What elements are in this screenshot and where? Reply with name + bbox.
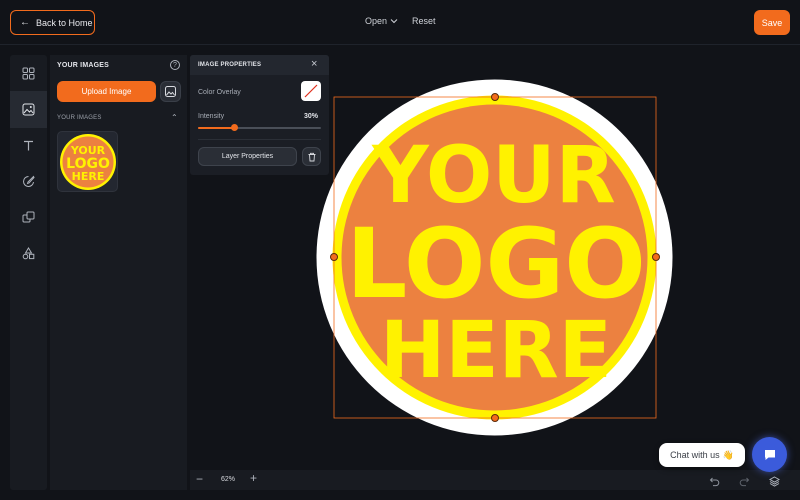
zoom-out-button[interactable]: − (196, 472, 203, 486)
tool-rail (10, 55, 47, 490)
save-button[interactable]: Save (754, 10, 790, 35)
image-properties-panel: IMAGE PROPERTIES × Color Overlay Intensi… (190, 55, 329, 175)
redo-button[interactable] (739, 474, 750, 492)
resize-handle-left[interactable] (330, 253, 338, 261)
intensity-label: Intensity (198, 113, 225, 120)
chevron-down-icon (390, 19, 398, 24)
reset-button[interactable]: Reset (412, 16, 436, 26)
divider (198, 139, 321, 140)
rail-item-images[interactable] (10, 91, 47, 128)
your-images-section-label: YOUR IMAGES (57, 115, 102, 121)
back-to-home-button[interactable]: ← Back to Home (10, 10, 95, 35)
top-bar: ← Back to Home Open Reset Save (0, 0, 800, 45)
rail-item-templates[interactable] (10, 55, 47, 92)
your-images-panel: YOUR IMAGES ? Upload Image YOUR IMAGES ⌃… (50, 55, 187, 490)
panel-title: YOUR IMAGES (57, 62, 109, 69)
chat-edit-icon (22, 211, 35, 223)
arrow-left-icon: ← (20, 17, 30, 28)
image-library-button[interactable] (160, 81, 181, 102)
file-actions: Open Reset (365, 16, 436, 26)
shapes-icon (22, 247, 35, 260)
chat-bubble-icon (764, 449, 775, 460)
properties-header: IMAGE PROPERTIES × (190, 55, 329, 75)
chat-launcher-button[interactable] (752, 437, 787, 472)
layers-button[interactable] (768, 474, 781, 492)
wave-emoji: 👋 (722, 449, 734, 460)
open-label: Open (365, 16, 388, 26)
image-icon (22, 103, 35, 116)
layer-properties-button[interactable]: Layer Properties (198, 147, 297, 166)
trash-icon (308, 152, 315, 161)
properties-title: IMAGE PROPERTIES (198, 62, 262, 68)
intensity-slider-handle[interactable] (231, 124, 239, 131)
resize-handle-bottom[interactable] (491, 414, 499, 422)
resize-handle-right[interactable] (652, 253, 660, 261)
color-overlay-label: Color Overlay (198, 89, 241, 96)
rail-item-draw[interactable] (10, 163, 47, 200)
help-icon[interactable]: ? (170, 60, 180, 70)
chat-with-us-label[interactable]: Chat with us 👋 (659, 443, 745, 467)
undo-icon (709, 477, 720, 487)
zoom-in-button[interactable]: + (250, 471, 257, 485)
redo-icon (739, 477, 750, 487)
rail-item-elements[interactable] (10, 199, 47, 236)
bottom-toolbar: − 62% + (190, 470, 800, 490)
intensity-slider-fill (198, 127, 235, 129)
image-thumbnail[interactable]: YOUR LOGO HERE (57, 131, 118, 192)
upload-image-button[interactable]: Upload Image (57, 81, 156, 102)
chevron-up-icon[interactable]: ⌃ (171, 113, 178, 122)
text-icon (24, 140, 33, 151)
canvas-artboard[interactable]: YOUR LOGO HERE (316, 79, 673, 436)
close-icon[interactable]: × (311, 58, 317, 70)
rail-item-text[interactable] (10, 127, 47, 164)
thumb-text-line3: HERE (71, 170, 104, 183)
brush-icon (23, 175, 35, 187)
intensity-slider[interactable] (198, 124, 321, 131)
zoom-level: 62% (221, 476, 236, 483)
rail-item-shapes[interactable] (10, 235, 47, 272)
back-to-home-label: Back to Home (36, 17, 93, 28)
resize-handle-top[interactable] (491, 93, 499, 101)
chat-label-text: Chat with us (670, 450, 720, 460)
open-menu-button[interactable]: Open (365, 16, 398, 26)
grid-icon (22, 67, 35, 80)
undo-button[interactable] (709, 474, 720, 492)
logo-thumbnail-image: YOUR LOGO HERE (59, 133, 116, 190)
selection-frame (333, 96, 657, 419)
layers-icon (768, 476, 781, 487)
image-icon (165, 86, 176, 97)
